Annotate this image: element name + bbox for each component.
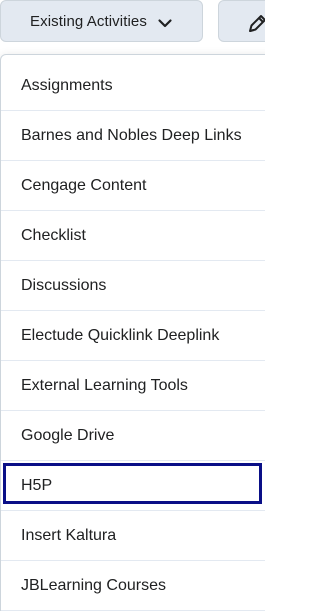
menu-item-jblearning-courses[interactable]: JBLearning Courses [1,561,265,611]
menu-item-label: Discussions [21,276,107,294]
menu-item-google-drive[interactable]: Google Drive [1,411,265,461]
menu-list: Assignments Barnes and Nobles Deep Links… [1,61,265,611]
existing-activities-menu: Assignments Barnes and Nobles Deep Links… [0,54,265,611]
menu-item-electude-quicklink-deeplink[interactable]: Electude Quicklink Deeplink [1,311,265,361]
menu-item-label: Cengage Content [21,176,147,194]
existing-activities-button[interactable]: Existing Activities [0,0,203,42]
pencil-icon [247,12,265,34]
existing-activities-label: Existing Activities [30,12,147,30]
menu-item-label: Checklist [21,226,86,244]
menu-item-label: Barnes and Nobles Deep Links [21,126,242,144]
create-new-button[interactable] [218,0,265,42]
menu-item-assignments[interactable]: Assignments [1,61,265,111]
menu-item-label: JBLearning Courses [21,576,166,594]
chevron-down-icon [157,15,173,31]
menu-item-cengage-content[interactable]: Cengage Content [1,161,265,211]
menu-item-label: H5P [21,476,53,494]
activities-panel: Existing Activities Assignments Barnes a… [0,0,265,611]
menu-item-label: External Learning Tools [21,376,188,394]
menu-item-checklist[interactable]: Checklist [1,211,265,261]
menu-item-label: Google Drive [21,426,115,444]
menu-item-h5p[interactable]: H5P [1,461,265,511]
menu-item-label: Assignments [21,76,113,94]
menu-item-external-learning-tools[interactable]: External Learning Tools [1,361,265,411]
menu-item-discussions[interactable]: Discussions [1,261,265,311]
menu-item-barnes-and-nobles-deep-links[interactable]: Barnes and Nobles Deep Links [1,111,265,161]
menu-item-label: Insert Kaltura [21,526,117,544]
menu-item-label: Electude Quicklink Deeplink [21,326,220,344]
menu-item-insert-kaltura[interactable]: Insert Kaltura [1,511,265,561]
